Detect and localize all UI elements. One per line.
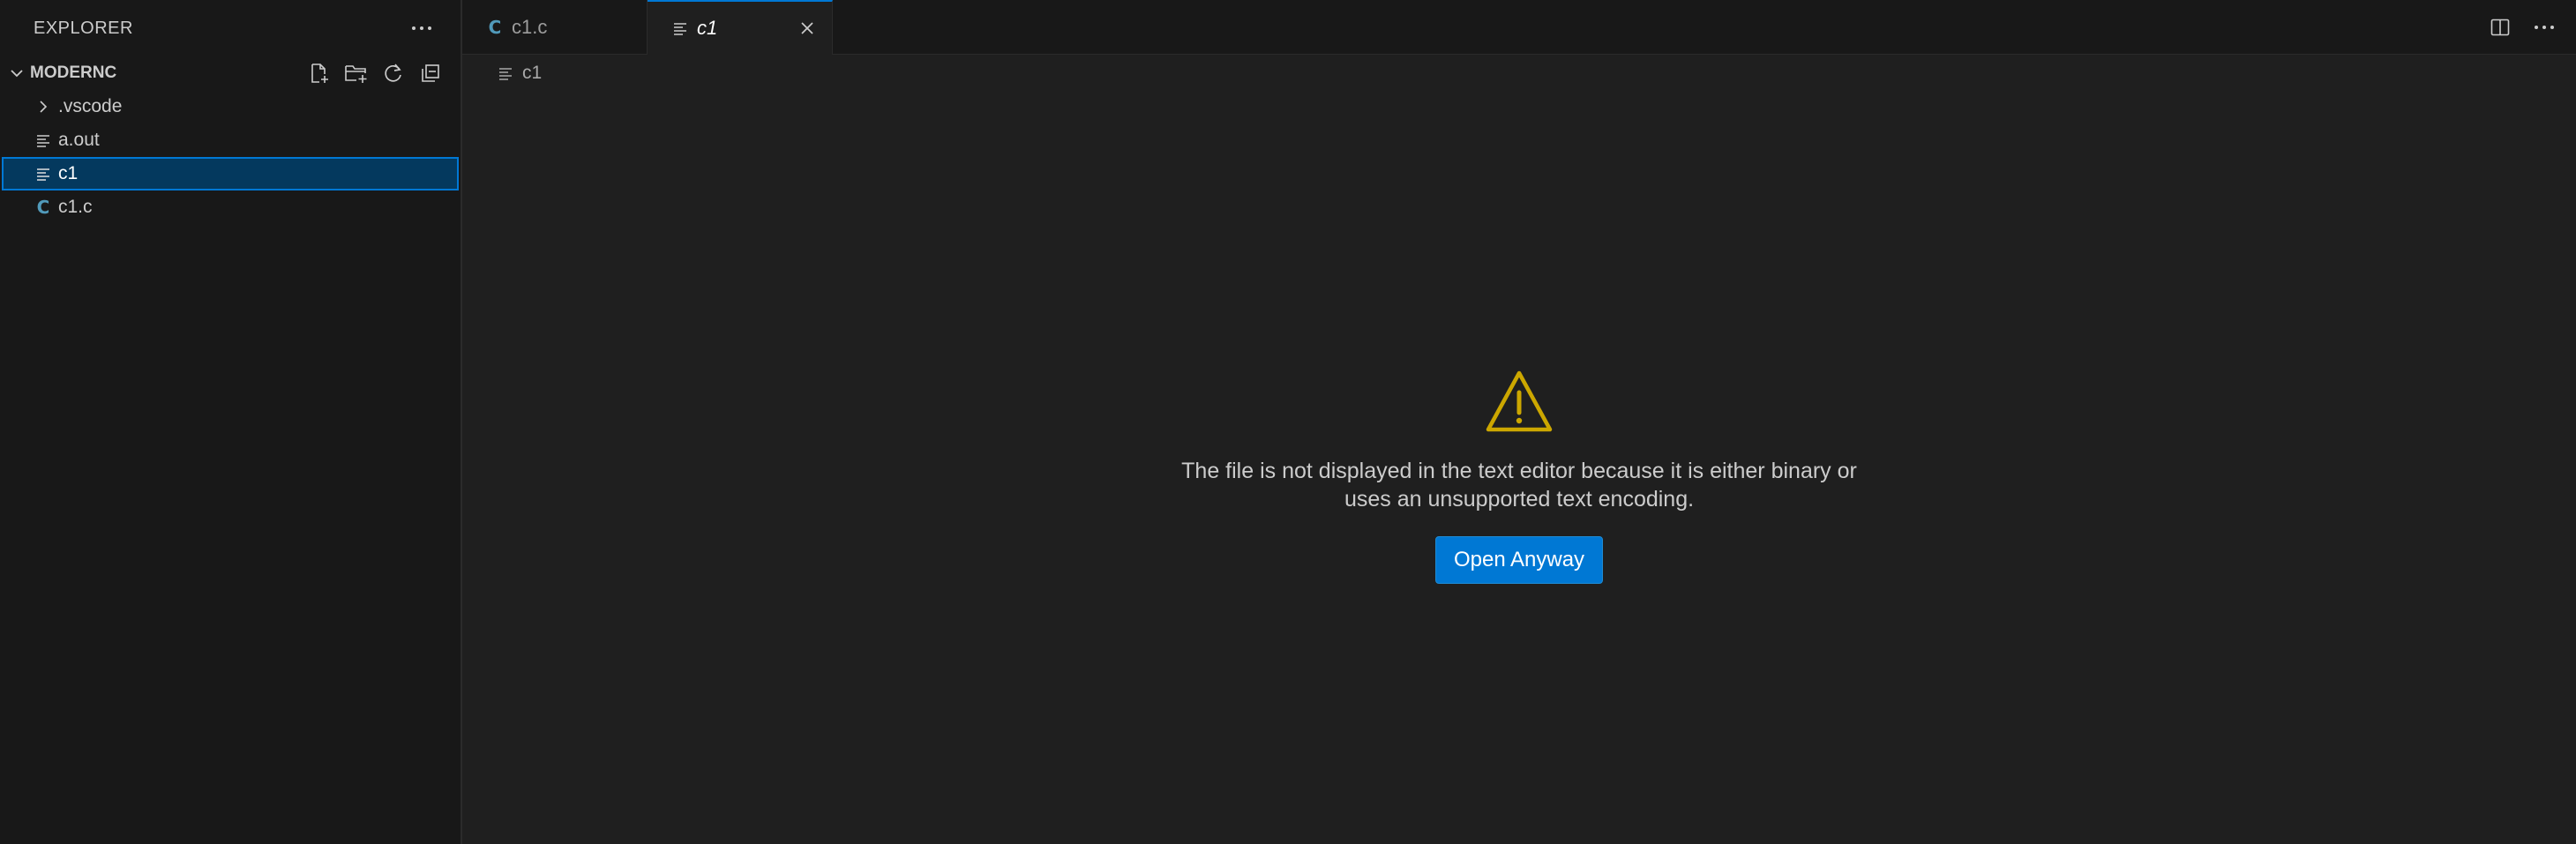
new-file-icon bbox=[311, 63, 328, 83]
editor-area: C c1.c c1 c1 The file is not displayed i… bbox=[462, 0, 2576, 844]
new-file-button[interactable] bbox=[305, 59, 333, 87]
explorer-more-actions-button[interactable] bbox=[404, 11, 439, 46]
tree-item-label: a.out bbox=[58, 130, 100, 150]
new-folder-icon bbox=[345, 65, 367, 83]
tab-c1-c[interactable]: C c1.c bbox=[462, 0, 648, 55]
tree-item-c1-c[interactable]: C c1.c bbox=[2, 190, 459, 224]
c-file-icon: C bbox=[36, 197, 50, 218]
warning-icon bbox=[1486, 370, 1553, 432]
tab-label: c1.c bbox=[512, 16, 548, 38]
tab-label: c1 bbox=[697, 17, 718, 39]
breadcrumb-item[interactable]: c1 bbox=[522, 63, 542, 84]
close-icon bbox=[801, 22, 813, 34]
close-tab-button[interactable] bbox=[795, 16, 820, 41]
editor-more-actions-button[interactable] bbox=[2530, 13, 2558, 41]
tree-item-label: c1.c bbox=[58, 197, 93, 217]
explorer-header: EXPLORER bbox=[0, 0, 461, 56]
explorer-sidebar: EXPLORER MODERNC .vscode a.out c1 C c1.c bbox=[0, 0, 462, 844]
c-file-icon: C bbox=[488, 17, 502, 38]
workspace-title: MODERNC bbox=[30, 63, 117, 82]
new-folder-button[interactable] bbox=[342, 59, 371, 87]
tree-item-a-out[interactable]: a.out bbox=[2, 123, 459, 157]
chevron-down-icon bbox=[11, 70, 23, 78]
split-editor-button[interactable] bbox=[2486, 13, 2514, 41]
text-file-icon bbox=[34, 131, 53, 150]
split-editor-icon bbox=[2490, 19, 2510, 36]
breadcrumb: c1 bbox=[462, 55, 2576, 92]
chevron-right-icon bbox=[34, 97, 53, 116]
binary-file-notice: The file is not displayed in the text ed… bbox=[462, 369, 2576, 584]
editor-tab-bar: C c1.c c1 bbox=[462, 0, 2576, 55]
text-file-icon bbox=[34, 164, 53, 183]
refresh-explorer-button[interactable] bbox=[379, 59, 408, 87]
tree-item-label: c1 bbox=[58, 163, 79, 183]
collapse-all-button[interactable] bbox=[416, 59, 445, 87]
vscode-window: EXPLORER MODERNC .vscode a.out c1 C c1.c… bbox=[0, 0, 2576, 844]
refresh-icon bbox=[385, 63, 401, 82]
tree-item-label: .vscode bbox=[58, 96, 123, 116]
open-anyway-button[interactable]: Open Anyway bbox=[1434, 536, 1604, 584]
collapse-all-icon bbox=[422, 64, 439, 82]
editor-actions bbox=[2486, 0, 2558, 55]
ellipsis-icon bbox=[2535, 26, 2554, 29]
text-file-icon bbox=[670, 19, 690, 38]
workspace-section-header[interactable]: MODERNC bbox=[0, 56, 461, 90]
explorer-title: EXPLORER bbox=[34, 18, 133, 38]
tree-item-vscode-folder[interactable]: .vscode bbox=[2, 90, 459, 123]
tree-item-c1[interactable]: c1 bbox=[2, 157, 459, 190]
binary-file-message: The file is not displayed in the text ed… bbox=[1181, 459, 1857, 512]
tab-c1[interactable]: c1 bbox=[648, 0, 833, 55]
text-file-icon bbox=[496, 63, 515, 83]
ellipsis-icon bbox=[412, 26, 431, 30]
